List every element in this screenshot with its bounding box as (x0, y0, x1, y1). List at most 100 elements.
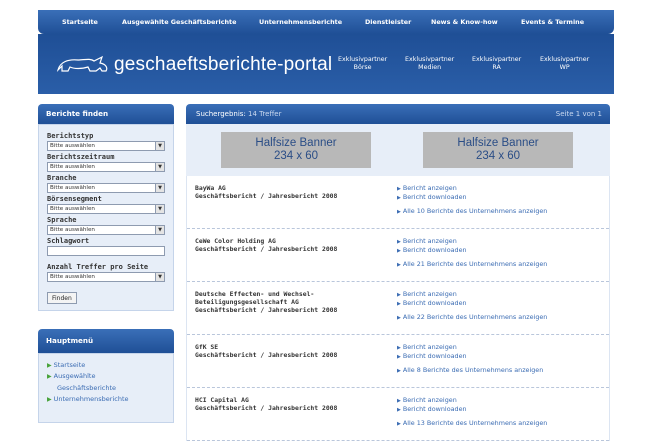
link-label: Bericht downloaden (402, 405, 467, 413)
chevron-down-icon[interactable]: ▼ (155, 142, 164, 150)
triangle-right-icon: ▶ (397, 209, 401, 215)
view-report-link[interactable]: ▶ Bericht anzeigen (397, 184, 467, 193)
nav-startseite[interactable]: Startseite (62, 18, 98, 26)
link-label: Bericht anzeigen (402, 343, 457, 351)
nav-ausgewaehlte-geschaeftsberichte[interactable]: Ausgewählte Geschäftsberichte (122, 18, 236, 26)
view-report-link[interactable]: ▶ Bericht anzeigen (397, 396, 467, 405)
filter-label-branche: Branche (47, 174, 77, 182)
berichtszeitraum-select[interactable]: Bitte auswählen ▼ (47, 162, 165, 172)
company-name: Deutsche Effecten- und Wechsel- (195, 290, 315, 298)
filter-label-sprache: Sprache (47, 216, 77, 224)
download-report-link[interactable]: ▶ Bericht downloaden (397, 405, 467, 414)
view-report-link[interactable]: ▶ Bericht anzeigen (397, 343, 467, 352)
halfsize-banner-right[interactable]: Halfsize Banner 234 x 60 (423, 132, 573, 168)
link-label: Alle 13 Berichte des Unternehmens anzeig… (402, 419, 548, 427)
download-report-link[interactable]: ▶ Bericht downloaden (397, 352, 467, 361)
triangle-right-icon: ▶ (397, 239, 401, 245)
filter-label-per-page: Anzahl Treffer pro Seite (47, 263, 149, 271)
chevron-down-icon[interactable]: ▼ (155, 184, 164, 192)
nav-news-know-how[interactable]: News & Know-how (431, 18, 498, 26)
site-logo-text[interactable]: geschaeftsberichte-portal (114, 54, 332, 76)
link-label: Bericht downloaden (402, 246, 467, 254)
download-report-link[interactable]: ▶ Bericht downloaden (397, 299, 467, 308)
partner-boerse[interactable]: Exklusivpartner Börse (338, 56, 387, 72)
results-count: 14 Treffer (248, 110, 282, 118)
chevron-down-icon[interactable]: ▼ (155, 163, 164, 171)
result-row: Deutsche Effecten- und Wechsel- Beteilig… (187, 282, 609, 335)
nav-unternehmensberichte[interactable]: Unternehmensberichte (259, 18, 342, 26)
sprache-select[interactable]: Bitte auswählen ▼ (47, 225, 165, 235)
triangle-right-icon: ▶ (47, 362, 52, 369)
nav-dienstleister[interactable]: Dienstleister (365, 18, 411, 26)
chevron-down-icon[interactable]: ▼ (155, 273, 164, 281)
menu-item-startseite[interactable]: ▶ Startseite (47, 360, 167, 371)
result-links: ▶ Bericht anzeigen ▶ Bericht downloaden (397, 290, 467, 308)
link-label: Bericht anzeigen (402, 184, 457, 192)
all-reports-link[interactable]: ▶ Alle 22 Berichte des Unternehmens anzei… (397, 313, 547, 321)
report-title: Geschäftsbericht / Jahresbericht 2008 (195, 404, 338, 412)
download-report-link[interactable]: ▶ Bericht downloaden (397, 193, 467, 202)
sidebar: Berichte finden Berichtstyp Bitte auswäh… (38, 104, 174, 423)
nav-events-termine[interactable]: Events & Termine (521, 18, 584, 26)
report-title: Geschäftsbericht / Jahresbericht 2008 (195, 192, 338, 200)
chevron-down-icon[interactable]: ▼ (155, 226, 164, 234)
filter-label-berichtstyp: Berichtstyp (47, 132, 94, 140)
banner-row: Halfsize Banner 234 x 60 Halfsize Banner… (186, 124, 610, 176)
select-value: Bitte auswählen (50, 206, 95, 212)
partner-wp[interactable]: Exklusivpartner WP (540, 56, 589, 72)
chevron-down-icon[interactable]: ▼ (155, 205, 164, 213)
menu-item-label: Ausgewählte (53, 372, 96, 380)
top-navigation: Startseite Ausgewählte Geschäftsberichte… (38, 10, 614, 34)
partner-ra[interactable]: Exklusivpartner RA (472, 56, 521, 72)
rhino-logo-icon[interactable] (54, 54, 110, 78)
link-label: Bericht anzeigen (402, 290, 457, 298)
page-info: Seite 1 von 1 (555, 110, 602, 118)
halfsize-banner-left[interactable]: Halfsize Banner 234 x 60 (221, 132, 371, 168)
menu-item-unternehmensberichte[interactable]: ▶ Unternehmensberichte (47, 394, 167, 405)
result-links: ▶ Bericht anzeigen ▶ Bericht downloaden (397, 343, 467, 361)
partner-category: Medien (418, 64, 442, 71)
branche-select[interactable]: Bitte auswählen ▼ (47, 183, 165, 193)
select-value: Bitte auswählen (50, 227, 95, 233)
boersensegment-select[interactable]: Bitte auswählen ▼ (47, 204, 165, 214)
result-row: GfK SE Geschäftsbericht / Jahresbericht … (187, 335, 609, 388)
menu-item-ausgewaehlte[interactable]: ▶ Ausgewählte (47, 371, 167, 382)
company-name: CeWe Color Holding AG (195, 237, 276, 245)
all-reports-link[interactable]: ▶ Alle 8 Berichte des Unternehmens anzeig… (397, 366, 543, 374)
berichtstyp-select[interactable]: Bitte auswählen ▼ (47, 141, 165, 151)
link-label: Alle 22 Berichte des Unternehmens anzeig… (402, 313, 548, 321)
result-links: ▶ Bericht anzeigen ▶ Bericht downloaden (397, 184, 467, 202)
result-company: HCI Capital AG Geschäftsbericht / Jahres… (195, 396, 395, 412)
menu-item-label: Startseite (53, 361, 86, 369)
site-header: geschaeftsberichte-portal Exklusivpartne… (38, 34, 614, 94)
download-report-link[interactable]: ▶ Bericht downloaden (397, 246, 467, 255)
view-report-link[interactable]: ▶ Bericht anzeigen (397, 290, 467, 299)
result-row: HCI Capital AG Geschäftsbericht / Jahres… (187, 388, 609, 441)
results-panel: Suchergebnis: 14 Treffer Seite 1 von 1 H… (186, 104, 610, 441)
link-label: Bericht downloaden (402, 352, 467, 360)
select-value: Bitte auswählen (50, 143, 95, 149)
triangle-right-icon: ▶ (397, 421, 401, 427)
search-panel-title: Berichte finden (38, 104, 174, 124)
filter-label-schlagwort: Schlagwort (47, 237, 90, 245)
triangle-right-icon: ▶ (397, 368, 401, 374)
per-page-select[interactable]: Bitte auswählen ▼ (47, 272, 165, 282)
partner-medien[interactable]: Exklusivpartner Medien (405, 56, 454, 72)
result-company: GfK SE Geschäftsbericht / Jahresbericht … (195, 343, 395, 359)
view-report-link[interactable]: ▶ Bericht anzeigen (397, 237, 467, 246)
banner-title: Halfsize Banner (457, 137, 539, 149)
results-label: Suchergebnis: (196, 110, 246, 118)
report-title: Geschäftsbericht / Jahresbericht 2008 (195, 306, 338, 314)
all-reports-link[interactable]: ▶ Alle 13 Berichte des Unternehmens anzei… (397, 419, 547, 427)
triangle-right-icon: ▶ (47, 373, 52, 380)
partner-category: Börse (353, 64, 372, 71)
menu-item-geschaeftsberichte[interactable]: Geschäftsberichte (47, 382, 167, 394)
triangle-right-icon: ▶ (397, 262, 401, 268)
all-reports-link[interactable]: ▶ Alle 10 Berichte des Unternehmens anzei… (397, 207, 547, 215)
company-name: HCI Capital AG (195, 396, 249, 404)
result-links: ▶ Bericht anzeigen ▶ Bericht downloaden (397, 396, 467, 414)
link-label: Bericht anzeigen (402, 396, 457, 404)
schlagwort-input[interactable] (47, 246, 165, 256)
finden-button[interactable]: Finden (47, 292, 77, 304)
all-reports-link[interactable]: ▶ Alle 21 Berichte des Unternehmens anzei… (397, 260, 547, 268)
